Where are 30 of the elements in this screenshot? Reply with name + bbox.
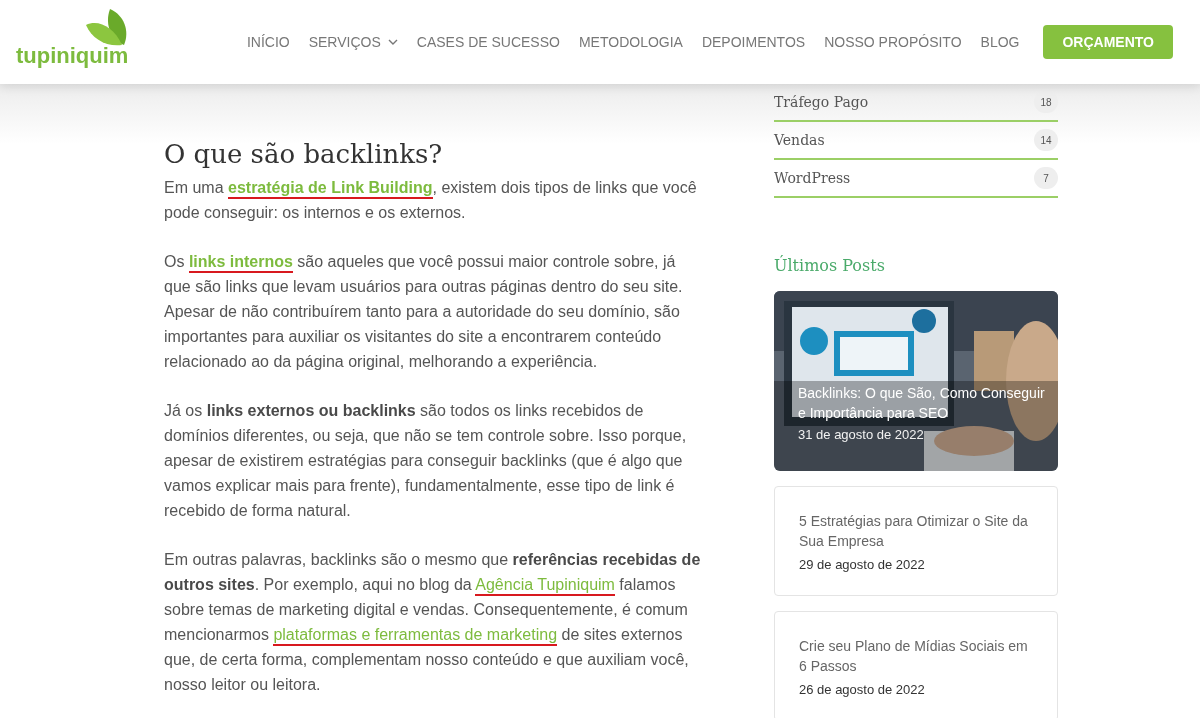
paragraph: Em outras palavras, backlinks são o mesmo que referências recebidas de outros sites. Por exemplo, aqui no blog da Agência Tupiniquim falamos sobre temas de marketing digital e vendas. Consequentemente, é comum mencionarmos plataformas e ferramentas de marketing de sites externos que, de certa forma, complementam nosso conteúdo e que auxiliam você, nosso leitor ou leitora. <box>164 550 702 695</box>
paragraph: Os links internos são aqueles que você possui maior controle sobre, já que são links que levam usuários para outras páginas dentro do seu site. Apesar de não contribuírem tanto para a autoridade do seu domínio, são importantes para auxiliar os visitantes do site a encontrarem conteúdo relacionado ao da página original, melhorando a experiência. <box>164 252 684 372</box>
nav-link[interactable]: DEPOIMENTOS <box>701 34 806 50</box>
section-title: Últimos Posts <box>774 256 886 275</box>
post-card[interactable]: Crie seu Plano de Mídias Sociais em 6 Passos 26 de agosto de 2022 <box>774 611 1058 718</box>
nav-link[interactable]: CASES DE SUCESSO <box>416 34 560 50</box>
post-date: 29 de agosto de 2022 <box>799 557 926 572</box>
post-date: 26 de agosto de 2022 <box>799 682 926 697</box>
post-title[interactable]: Backlinks: O que São, Como Conseguir e Importância para SEO <box>798 383 1052 423</box>
post-date: 31 de agosto de 2022 <box>798 427 925 442</box>
paragraph: Já os links externos ou backlinks são todos os links recebidos de domínios diferentes, ou seja, que não se tem controle sobre. Isso porque, apesar de existirem estratégias para conseguir backlinks (que é algo que vamos explicar mais para frente), fundamentalmente, esse tipo de link é recebido de forma natural. <box>164 401 688 521</box>
nav-link[interactable]: NOSSO PROPÓSITO <box>824 34 962 50</box>
chevron-down-icon <box>387 39 398 45</box>
post-count: 7 <box>1034 167 1058 189</box>
nav-link[interactable]: BLOG <box>980 34 1020 50</box>
category-link[interactable]: WordPress <box>774 170 851 186</box>
featured-post-card[interactable]: Backlinks: O que São, Como Conseguir e Importância para SEO 31 de agosto de 2022 <box>774 291 1058 471</box>
nav-link[interactable]: SERVIÇOS <box>308 34 398 50</box>
post-count: 14 <box>1034 129 1058 151</box>
text-link[interactable]: Agência Tupiniquim <box>475 576 615 596</box>
paragraph: Em uma estratégia de Link Building, existem dois tipos de links que você pode conseguir: os internos e os externos. <box>164 178 698 223</box>
nav-link[interactable]: METODOLOGIA <box>578 34 683 50</box>
post-card[interactable]: 5 Estratégias para Otimizar o Site da Sua Empresa 29 de agosto de 2022 <box>774 486 1058 596</box>
nav-link[interactable]: INÍCIO <box>246 34 290 50</box>
category-link[interactable]: Vendas <box>774 132 825 148</box>
category-link[interactable]: Tráfego Pago <box>774 94 869 110</box>
post-title[interactable]: 5 Estratégias para Otimizar o Site da Sua Empresa <box>799 511 1033 551</box>
text-link[interactable]: plataformas e ferramentas de marketing <box>273 626 558 646</box>
article-heading: O que são backlinks? <box>164 139 444 169</box>
post-title[interactable]: Crie seu Plano de Mídias Sociais em 6 Passos <box>799 636 1033 676</box>
